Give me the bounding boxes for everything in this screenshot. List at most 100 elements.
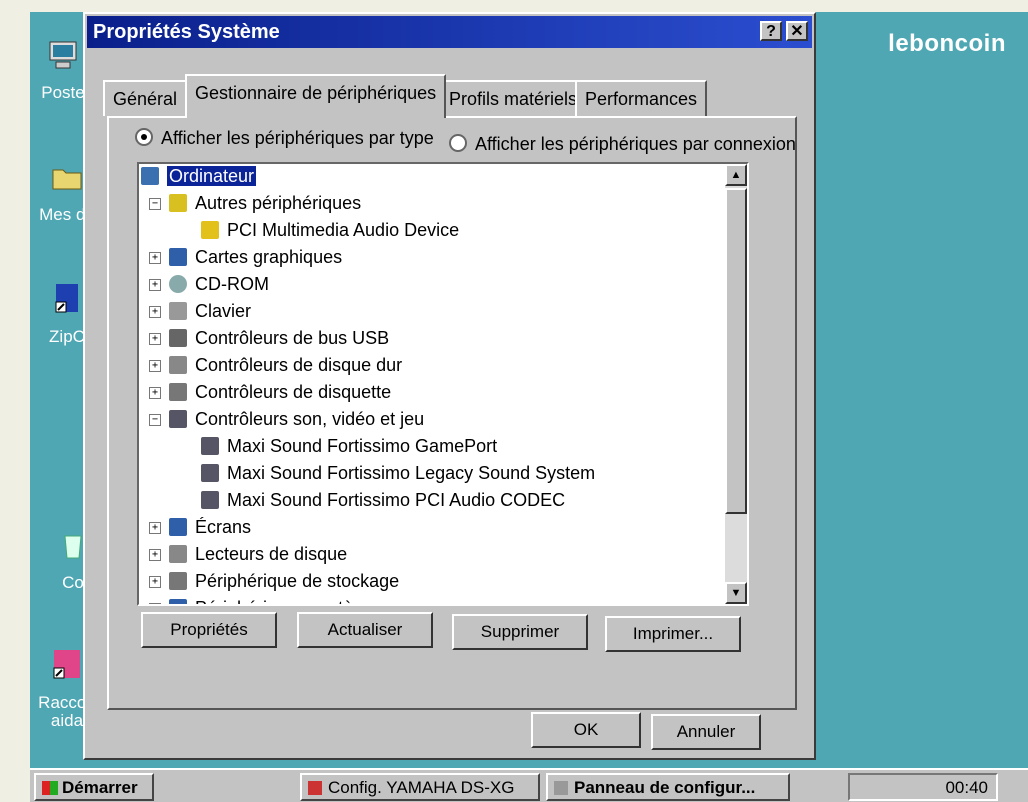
tree-item[interactable]: Ordinateur [167,164,257,188]
ok-button[interactable]: OK [531,712,641,748]
dialog-title: Propriétés Système [93,21,280,43]
help-button[interactable]: ? [760,21,782,41]
taskbar: Démarrer Config. YAMAHA DS-XG Panneau de… [30,768,1028,802]
storage-icon [169,572,187,590]
shortcut-icon [53,650,80,679]
taskbar-item-yamaha[interactable]: Config. YAMAHA DS-XG [300,773,540,801]
tab-device-manager[interactable]: Gestionnaire de périphériques [185,74,447,118]
radio-by-type[interactable]: Afficher les périphériques par type [135,128,434,149]
warning-icon [201,221,219,239]
clock: 00:40 [945,778,988,797]
tree-item-label: Écrans [195,517,252,537]
app-icon [554,781,568,795]
tree-item-label: Maxi Sound Fortissimo GamePort [227,436,498,456]
close-button[interactable]: ✕ [786,21,808,41]
tree-expander[interactable]: + [149,603,161,604]
tree-item[interactable]: Maxi Sound Fortissimo GamePort [227,434,497,458]
tree-item[interactable]: Contrôleurs de disque dur [195,353,402,377]
remove-button[interactable]: Supprimer [452,614,588,650]
tree-expander[interactable]: + [149,576,161,588]
radio-indicator [135,128,153,146]
sound-icon [201,491,219,509]
tree-item-label: Clavier [195,301,252,321]
tree-item[interactable]: Clavier [195,299,251,323]
radio-by-connection[interactable]: Afficher les périphériques par connexion [449,134,796,155]
scroll-down-button[interactable]: ▼ [725,582,747,604]
harddisk-icon [169,356,187,374]
tree-scrollbar[interactable]: ▲ ▼ [725,164,747,604]
system-properties-dialog: Propriétés Système ? ✕ Général Gestionna… [83,12,816,760]
tree-expander[interactable]: + [149,387,161,399]
tree-item-label: Autres périphériques [195,193,362,213]
tree-item-label: Contrôleurs de disque dur [195,355,403,375]
tree-item[interactable]: Maxi Sound Fortissimo Legacy Sound Syste… [227,461,595,485]
system-tray: 00:40 [848,773,998,801]
cancel-button[interactable]: Annuler [651,714,761,750]
properties-button[interactable]: Propriétés [141,612,277,648]
tree-expander[interactable]: − [149,198,161,210]
app-icon [308,781,322,795]
tree-item[interactable]: Écrans [195,515,251,539]
tree-item[interactable]: Contrôleurs de bus USB [195,326,389,350]
tree-item-label: CD-ROM [195,274,269,294]
question-icon [169,194,187,212]
tree-item[interactable]: PCI Multimedia Audio Device [227,218,459,242]
tree-item-label: Périphériques système [195,598,378,604]
scroll-thumb[interactable] [725,188,747,514]
start-button[interactable]: Démarrer [34,773,154,801]
sound-icon [169,410,187,428]
usb-icon [169,329,187,347]
tree-item-label: Maxi Sound Fortissimo Legacy Sound Syste… [227,463,596,483]
tree-item[interactable]: Périphériques système [195,596,378,604]
device-tree[interactable]: ▲ ▼ Ordinateur − Autres périphériques PCI M… [137,162,749,606]
tab-performance[interactable]: Performances [575,80,708,116]
tree-item[interactable]: Contrôleurs de disquette [195,380,391,404]
scroll-up-button[interactable]: ▲ [725,164,747,186]
tree-item-label: PCI Multimedia Audio Device [227,220,460,240]
computer-icon [141,167,159,185]
monitor-icon [169,248,187,266]
tree-item-label: Lecteurs de disque [195,544,348,564]
folder-icon [52,169,82,190]
monitor-icon [169,518,187,536]
shortcut-icon [55,284,78,313]
tree-item-label: Cartes graphiques [195,247,343,267]
tree-item[interactable]: Maxi Sound Fortissimo PCI Audio CODEC [227,488,565,512]
tree-item[interactable]: Cartes graphiques [195,245,342,269]
tab-hardware-profiles[interactable]: Profils matériels [439,80,588,116]
tree-item[interactable]: Contrôleurs son, vidéo et jeu [195,407,424,431]
cdrom-icon [169,275,187,293]
print-button[interactable]: Imprimer... [605,616,741,652]
tree-expander[interactable]: − [149,414,161,426]
tree-expander[interactable]: + [149,522,161,534]
drive-icon [169,545,187,563]
refresh-button[interactable]: Actualiser [297,612,433,648]
tree-item[interactable]: CD-ROM [195,272,269,296]
taskbar-item-control-panel[interactable]: Panneau de configur... [546,773,790,801]
monitor-icon [169,599,187,604]
tree-item-label: Contrôleurs son, vidéo et jeu [195,409,425,429]
tree-item-label: Contrôleurs de bus USB [195,328,390,348]
tree-expander[interactable]: + [149,360,161,372]
radio-label: Afficher les périphériques par type [161,128,434,148]
floppy-icon [169,383,187,401]
tree-item[interactable]: Autres périphériques [195,191,361,215]
tree-expander[interactable]: + [149,333,161,345]
windows-logo-icon [42,781,58,795]
tab-general[interactable]: Général [103,80,188,116]
keyboard-icon [169,302,187,320]
tree-expander[interactable]: + [149,549,161,561]
radio-indicator [449,134,467,152]
dialog-title-bar[interactable]: Propriétés Système ? ✕ [87,16,812,48]
tree-item-label: Périphérique de stockage [195,571,400,591]
radio-label: Afficher les périphériques par connexion [475,134,796,154]
tree-expander[interactable]: + [149,279,161,291]
tree-item[interactable]: Périphérique de stockage [195,569,399,593]
tree-item-label: Maxi Sound Fortissimo PCI Audio CODEC [227,490,566,510]
tree-item[interactable]: Lecteurs de disque [195,542,347,566]
sound-icon [201,437,219,455]
tree-expander[interactable]: + [149,252,161,264]
computer-icon [49,41,77,69]
taskbar-item-label: Panneau de configur... [574,778,756,797]
tree-expander[interactable]: + [149,306,161,318]
